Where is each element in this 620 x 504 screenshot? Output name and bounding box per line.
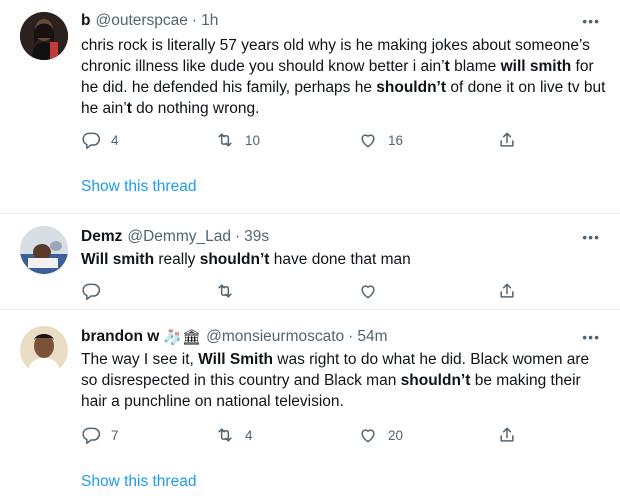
timestamp[interactable]: 39s xyxy=(244,228,269,246)
reply-icon xyxy=(82,132,101,150)
retweet-icon xyxy=(218,428,232,442)
retweet-count: 4 xyxy=(245,427,253,443)
timestamp[interactable]: 1h xyxy=(201,12,218,30)
share-button[interactable] xyxy=(497,281,527,301)
avatar[interactable] xyxy=(20,226,68,274)
text-segment: really xyxy=(154,251,200,268)
bold-text-segment: will smith xyxy=(500,58,572,75)
separator-dot: · xyxy=(191,12,198,29)
reply-button[interactable] xyxy=(81,281,111,301)
retweet-button[interactable]: 4 xyxy=(215,425,253,445)
reply-button[interactable]: 4 xyxy=(81,130,119,150)
tweet-2[interactable]: Demz @Demmy_Lad · 39s ••• Will smith rea… xyxy=(0,214,620,308)
like-button[interactable] xyxy=(358,281,388,301)
tweet-text: The way I see it, Will Smith was right t… xyxy=(81,349,606,412)
share-icon xyxy=(500,427,514,442)
tweet-actions: 7 4 20 xyxy=(81,425,521,447)
retweet-count: 10 xyxy=(245,132,261,148)
show-thread-link[interactable]: Show this thread xyxy=(81,178,196,196)
display-name[interactable]: brandon w xyxy=(81,328,159,346)
retweet-button[interactable]: 10 xyxy=(215,130,260,150)
tweet-header: b @outerspcae · 1h xyxy=(81,10,218,32)
share-icon xyxy=(500,283,514,298)
tweet-actions xyxy=(81,281,521,303)
bold-text-segment: shouldn’t xyxy=(376,79,447,96)
bold-text-segment: shouldn’t xyxy=(199,251,270,268)
bold-text-segment: shouldn’t xyxy=(400,372,471,389)
like-icon xyxy=(361,429,375,443)
share-button[interactable] xyxy=(497,425,527,445)
text-segment: do nothing wrong. xyxy=(131,100,260,117)
more-options-button[interactable]: ••• xyxy=(582,229,600,245)
text-segment: blame xyxy=(449,58,501,75)
text-segment: The way I see it, xyxy=(81,351,199,368)
reply-button[interactable]: 7 xyxy=(81,425,119,445)
user-handle[interactable]: @outerspcae xyxy=(95,12,187,30)
tweet-3[interactable]: brandon w 🧦🏛 @monsieurmoscato · 54m ••• … xyxy=(0,310,620,504)
like-button[interactable]: 20 xyxy=(358,425,403,445)
tweet-actions: 4 10 16 xyxy=(81,130,521,152)
share-icon xyxy=(500,132,514,147)
show-thread-link[interactable]: Show this thread xyxy=(81,473,196,491)
tweet-1[interactable]: b @outerspcae · 1h ••• chris rock is lit… xyxy=(0,0,620,213)
like-count: 16 xyxy=(388,132,404,148)
avatar[interactable] xyxy=(20,12,68,60)
reply-icon xyxy=(82,427,101,445)
like-icon xyxy=(361,285,375,299)
reply-icon xyxy=(82,283,101,301)
reply-count: 7 xyxy=(111,427,119,443)
more-options-button[interactable]: ••• xyxy=(582,329,600,345)
like-count: 20 xyxy=(388,427,404,443)
more-options-button[interactable]: ••• xyxy=(582,13,600,29)
reply-count: 4 xyxy=(111,132,119,148)
timestamp[interactable]: 54m xyxy=(357,328,387,346)
avatar[interactable] xyxy=(20,326,68,374)
user-handle[interactable]: @Demmy_Lad xyxy=(127,228,231,246)
bold-text-segment: Will smith xyxy=(81,251,155,268)
separator-dot: · xyxy=(348,328,354,345)
share-button[interactable] xyxy=(497,130,527,150)
tweet-text: chris rock is literally 57 years old why… xyxy=(81,35,606,119)
user-handle[interactable]: @monsieurmoscato xyxy=(206,328,344,346)
avatar-image xyxy=(20,226,68,274)
name-emoji-icons: 🧦🏛 xyxy=(163,329,202,346)
tweet-header: brandon w 🧦🏛 @monsieurmoscato · 54m xyxy=(81,326,387,348)
display-name[interactable]: Demz xyxy=(81,228,122,246)
tweet-header: Demz @Demmy_Lad · 39s xyxy=(81,226,269,248)
avatar-image xyxy=(20,12,68,60)
like-button[interactable]: 16 xyxy=(358,130,403,150)
separator-dot: · xyxy=(234,228,241,245)
text-segment: have done that man xyxy=(269,251,411,268)
avatar-image xyxy=(20,326,68,374)
tweet-text: Will smith really shouldn’t have done th… xyxy=(81,249,606,270)
retweet-icon xyxy=(218,133,232,147)
retweet-button[interactable] xyxy=(215,281,245,301)
display-name[interactable]: b xyxy=(81,12,90,30)
bold-text-segment: Will Smith xyxy=(198,351,273,368)
retweet-icon xyxy=(218,284,232,298)
like-icon xyxy=(361,134,375,148)
